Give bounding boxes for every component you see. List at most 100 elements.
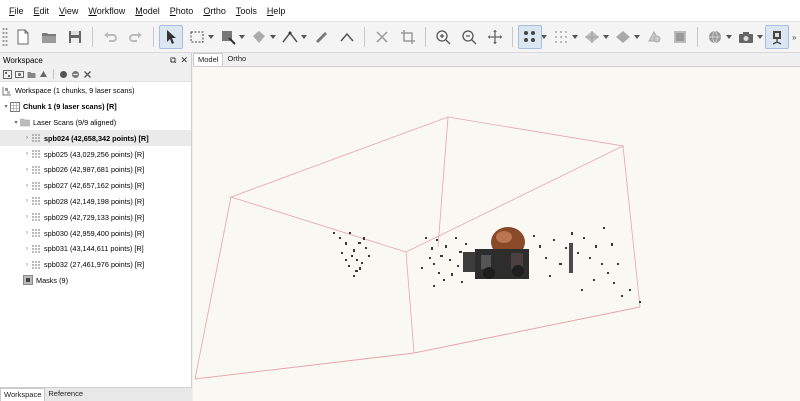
toolbar-separator xyxy=(697,27,698,47)
show-scanners-button[interactable] xyxy=(765,25,789,49)
ruler-button[interactable] xyxy=(309,25,333,49)
tree-row-scan[interactable]: › spb032 (27,461,976 points) [R] xyxy=(0,257,191,273)
resize-region-button[interactable] xyxy=(216,25,240,49)
dem-button[interactable] xyxy=(668,25,692,49)
tree-label: spb029 (42,729,133 points) [R] xyxy=(44,212,145,222)
shapes-button[interactable] xyxy=(642,25,666,49)
tree-label: spb025 (43,029,256 points) [R] xyxy=(44,149,145,159)
menu-bar: File Edit View Workflow Model Photo Orth… xyxy=(0,0,800,22)
tree-row-workspace[interactable]: Workspace (1 chunks, 9 laser scans) xyxy=(0,83,191,99)
shapes-icon xyxy=(648,30,661,43)
shape-button[interactable] xyxy=(335,25,359,49)
toolbar-separator xyxy=(512,27,513,47)
model-viewport[interactable] xyxy=(193,67,800,401)
expand-arrow-icon[interactable]: › xyxy=(23,262,31,268)
pointer-icon xyxy=(167,30,176,44)
workspace-title-bar: Workspace ⧉ ✕ xyxy=(0,53,191,67)
expand-arrow-icon[interactable]: › xyxy=(23,183,31,189)
redo-icon xyxy=(129,32,142,42)
crop-selection-button[interactable] xyxy=(396,25,420,49)
tree-row-chunk[interactable]: ▾ Chunk 1 (9 laser scans) [R] xyxy=(0,99,191,115)
menu-view[interactable]: View xyxy=(54,0,83,22)
expand-arrow-icon[interactable]: › xyxy=(23,214,31,220)
tree-row-scan[interactable]: › spb026 (42,987,681 points) [R] xyxy=(0,162,191,178)
tree-row-scan[interactable]: › spb025 (43,029,256 points) [R] xyxy=(0,146,191,162)
reset-view-button[interactable] xyxy=(483,25,507,49)
tree-row-laser-scans[interactable]: ▾ Laser Scans (9/9 aligned) xyxy=(0,115,191,131)
point-cloud-button[interactable] xyxy=(518,25,542,49)
chunk-icon xyxy=(10,101,20,112)
menu-workflow[interactable]: Workflow xyxy=(83,0,130,22)
laser-scan-icon xyxy=(31,260,41,270)
main-toolbar: » xyxy=(0,22,800,53)
tree-row-scan[interactable]: › spb028 (42,149,198 points) [R] xyxy=(0,194,191,210)
mesh-icon xyxy=(585,31,599,43)
expand-arrow-icon[interactable]: › xyxy=(23,230,31,236)
expand-arrow-icon[interactable]: › xyxy=(23,198,31,204)
menu-tools[interactable]: Tools xyxy=(231,0,262,22)
collapse-arrow-icon[interactable]: ▾ xyxy=(12,119,20,126)
menu-edit[interactable]: Edit xyxy=(29,0,55,22)
disable-button[interactable] xyxy=(70,69,81,80)
rectangle-selection-button[interactable] xyxy=(185,25,209,49)
enable-button[interactable] xyxy=(58,69,69,80)
toolbar-grip[interactable] xyxy=(2,27,8,47)
laser-scan-icon xyxy=(31,212,41,222)
tree-row-scan[interactable]: › spb024 (42,658,342 points) [R] xyxy=(0,130,191,147)
add-folder-button[interactable] xyxy=(26,69,37,80)
open-folder-button[interactable] xyxy=(37,25,61,49)
expand-arrow-icon[interactable]: › xyxy=(23,167,31,173)
zoom-in-button[interactable] xyxy=(431,25,455,49)
tab-reference[interactable]: Reference xyxy=(45,388,86,401)
menu-photo[interactable]: Photo xyxy=(165,0,199,22)
add-chunk-button[interactable] xyxy=(2,69,13,80)
point-cloud-scene[interactable] xyxy=(193,67,800,401)
mask-icon xyxy=(23,275,33,286)
tab-ortho[interactable]: Ortho xyxy=(223,53,250,66)
tree-row-masks[interactable]: Masks (9) xyxy=(0,273,191,289)
rotate-object-button[interactable] xyxy=(247,25,271,49)
remove-items-button[interactable] xyxy=(82,69,93,80)
add-photos-button[interactable] xyxy=(14,69,25,80)
new-document-button[interactable] xyxy=(11,25,35,49)
add-marker-button[interactable] xyxy=(38,69,49,80)
tree-label: spb028 (42,149,198 points) [R] xyxy=(44,196,145,206)
menu-model[interactable]: Model xyxy=(130,0,165,22)
expand-arrow-icon[interactable]: › xyxy=(23,246,31,252)
menu-help[interactable]: Help xyxy=(262,0,291,22)
undo-button[interactable] xyxy=(98,25,122,49)
redo-button[interactable] xyxy=(124,25,148,49)
tree-row-scan[interactable]: › spb030 (42,959,400 points) [R] xyxy=(0,225,191,241)
tree-row-scan[interactable]: › spb029 (42,729,133 points) [R] xyxy=(0,209,191,225)
zoom-out-button[interactable] xyxy=(457,25,481,49)
zoom-out-icon xyxy=(462,30,477,45)
save-button[interactable] xyxy=(63,25,87,49)
globe-view-button[interactable] xyxy=(703,25,727,49)
navigation-tool-button[interactable] xyxy=(159,25,183,49)
rectangle-selection-icon xyxy=(190,31,204,43)
close-icon[interactable]: ✕ xyxy=(180,55,188,65)
workspace-toolbar xyxy=(0,67,191,82)
menu-ortho[interactable]: Ortho xyxy=(198,0,231,22)
draw-polyline-button[interactable] xyxy=(278,25,302,49)
undock-icon[interactable]: ⧉ xyxy=(170,55,176,65)
collapse-arrow-icon[interactable]: ▾ xyxy=(2,103,10,110)
tree-row-scan[interactable]: › spb027 (42,657,162 points) [R] xyxy=(0,178,191,194)
toolbar-overflow-button[interactable]: » xyxy=(792,33,797,42)
resize-region-icon xyxy=(222,31,236,45)
tab-workspace[interactable]: Workspace xyxy=(0,388,46,401)
show-cameras-button[interactable] xyxy=(734,25,758,49)
tree-label: spb024 (42,658,342 points) [R] xyxy=(44,133,149,143)
save-icon xyxy=(69,31,81,43)
delete-selection-button[interactable] xyxy=(370,25,394,49)
expand-arrow-icon[interactable]: › xyxy=(23,135,31,141)
menu-file[interactable]: File xyxy=(4,0,29,22)
textured-mesh-button[interactable] xyxy=(611,25,635,49)
tree-row-scan[interactable]: › spb031 (43,144,611 points) [R] xyxy=(0,241,191,257)
tiled-model-button[interactable] xyxy=(549,25,573,49)
region-bounding-box[interactable] xyxy=(194,116,641,380)
tab-model[interactable]: Model xyxy=(193,53,224,66)
tree-label: spb026 (42,987,681 points) [R] xyxy=(44,165,145,175)
expand-arrow-icon[interactable]: › xyxy=(23,151,31,157)
mesh-button[interactable] xyxy=(580,25,604,49)
